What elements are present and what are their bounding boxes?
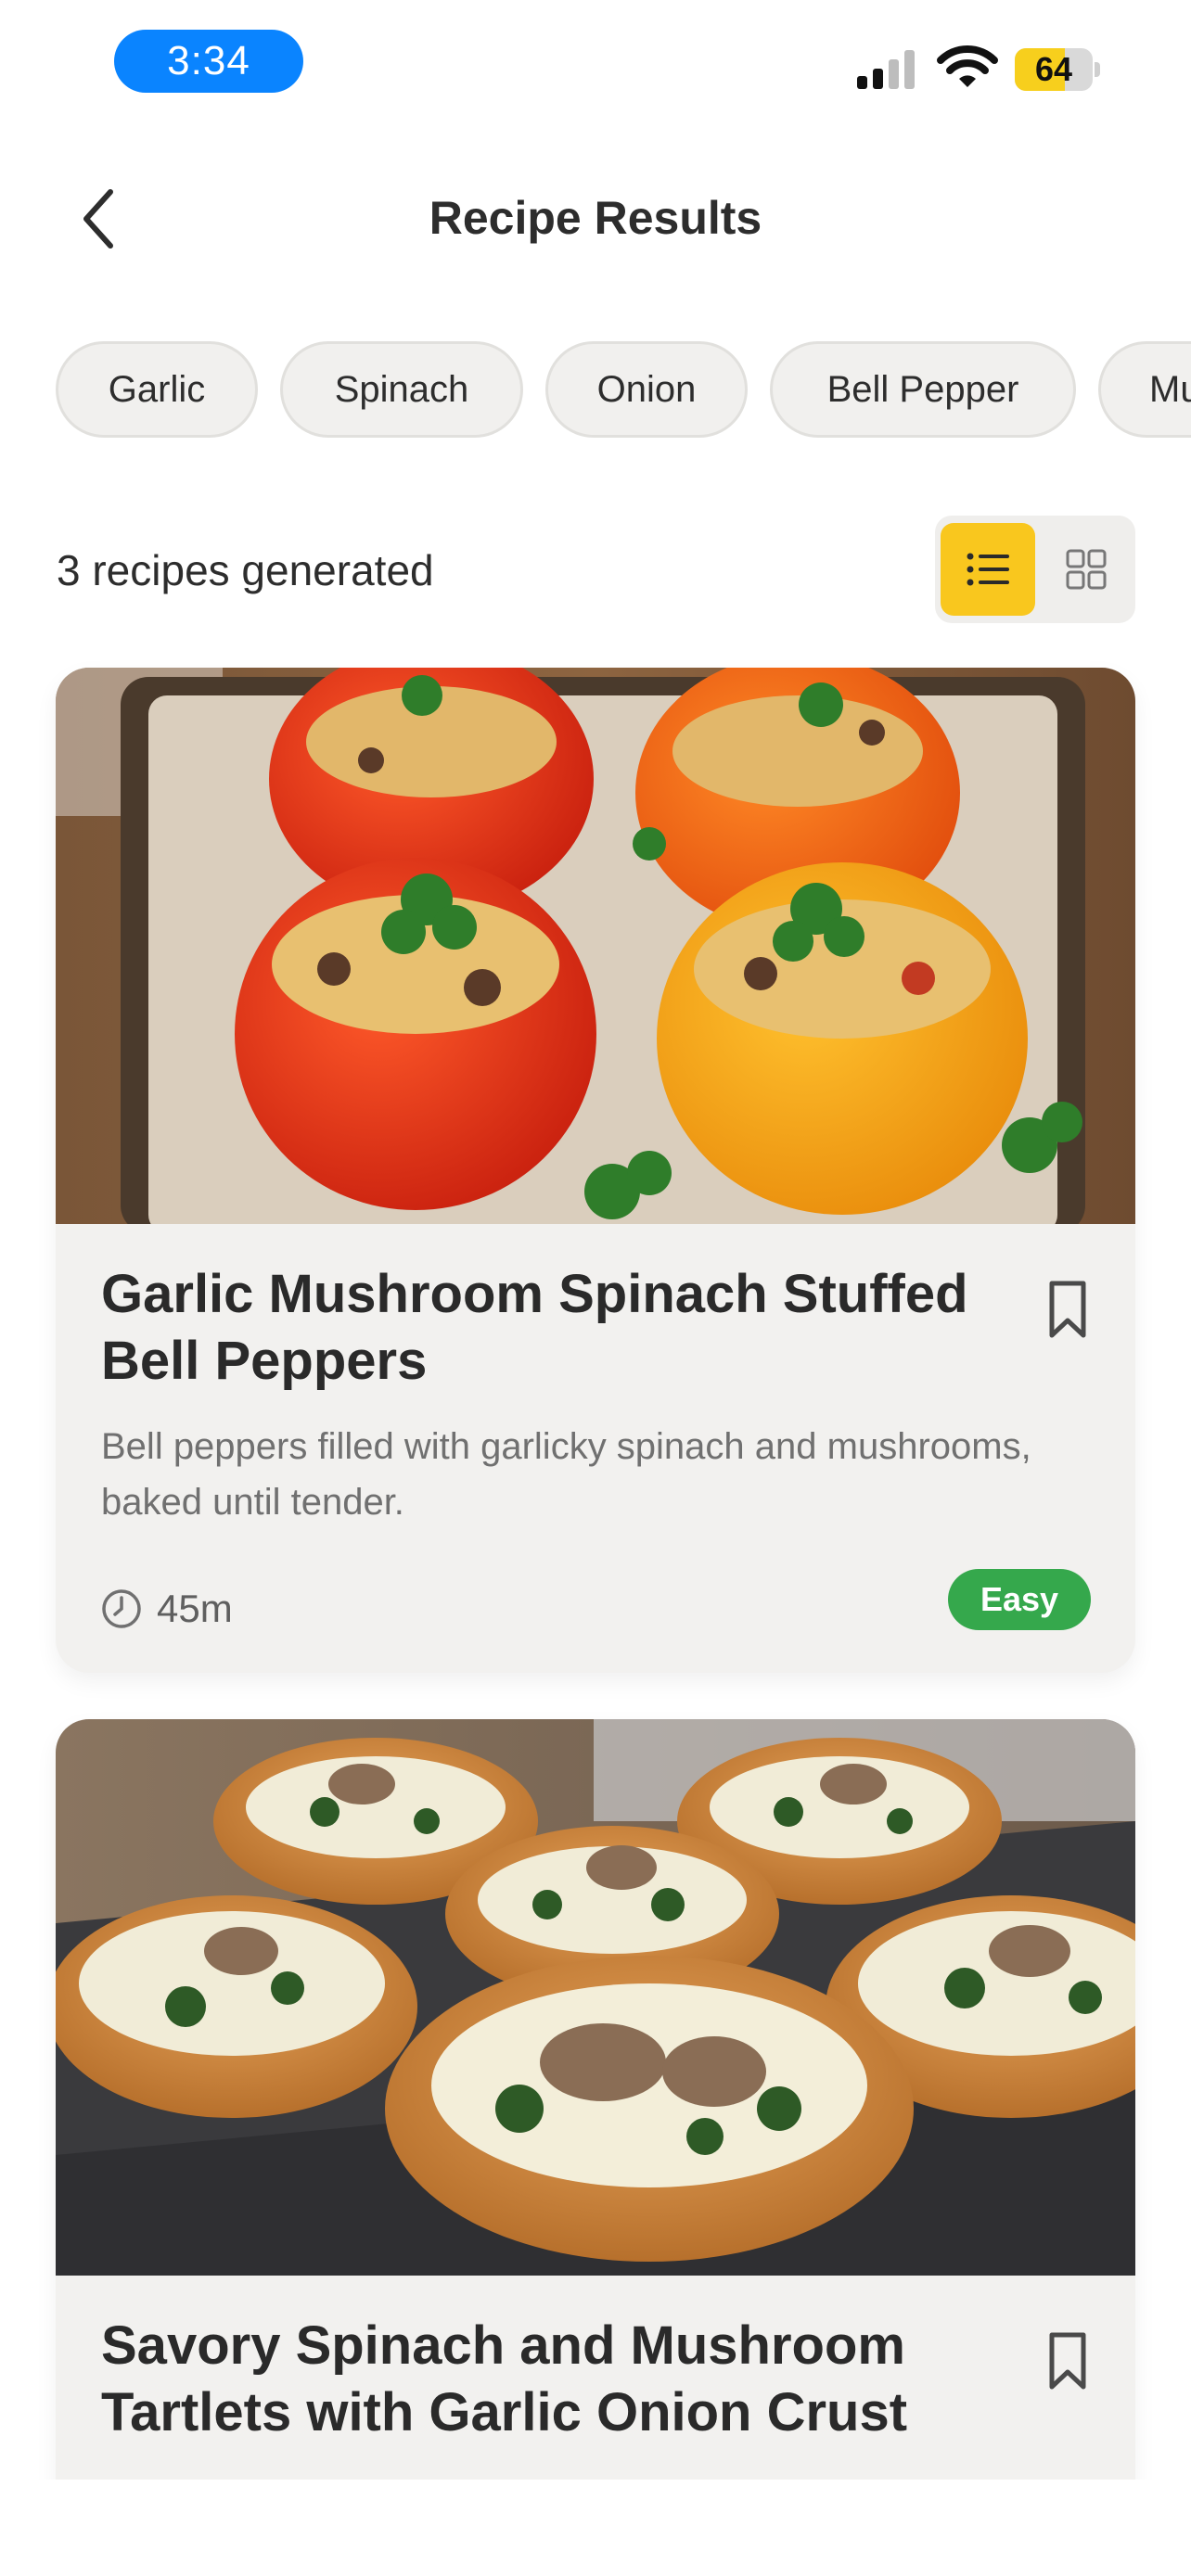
cook-time-label: 45m bbox=[157, 1587, 233, 1630]
chevron-left-icon bbox=[83, 189, 113, 249]
difficulty-badge: Easy bbox=[948, 1569, 1091, 1630]
recipe-description: Bell peppers filled with garlicky spinac… bbox=[101, 1426, 1031, 1523]
status-time: 3:34 bbox=[114, 30, 303, 93]
bookmark-button[interactable] bbox=[1043, 2327, 1093, 2394]
grid-view-button[interactable] bbox=[1043, 523, 1130, 616]
battery-level: 64 bbox=[1034, 50, 1073, 88]
bookmark-button[interactable] bbox=[1043, 1276, 1093, 1343]
recipe-image-tartlets bbox=[56, 1719, 1135, 2276]
ingredient-chip[interactable]: Mu bbox=[1098, 341, 1191, 438]
results-count: 3 recipes generated bbox=[57, 546, 434, 594]
cellular-signal-icon bbox=[857, 50, 915, 89]
recipe-card[interactable]: Savory Spinach and Mushroom Tartlets wit… bbox=[56, 1719, 1135, 2576]
recipe-image-stuffed-peppers bbox=[56, 668, 1135, 1224]
navigation-bar: Recipe Results bbox=[0, 167, 1191, 269]
ingredient-chip[interactable]: Spinach bbox=[280, 341, 523, 438]
recipe-title: Garlic Mushroom Spinach Stuffed Bell Pep… bbox=[101, 1264, 968, 1391]
bookmark-icon bbox=[1049, 1281, 1086, 1338]
recipe-results-screen: 3:34 64 Recipe Results Garlic Spinach On… bbox=[0, 0, 1191, 2576]
page-title: Recipe Results bbox=[429, 192, 762, 244]
grid-icon bbox=[1066, 549, 1107, 590]
list-view-button[interactable] bbox=[941, 523, 1035, 616]
battery-indicator: 64 bbox=[1015, 48, 1100, 91]
clock-icon bbox=[102, 1589, 141, 1628]
recipe-card[interactable]: Garlic Mushroom Spinach Stuffed Bell Pep… bbox=[56, 668, 1135, 1673]
ingredient-chip[interactable]: Garlic bbox=[56, 341, 258, 438]
status-bar: 3:34 64 bbox=[0, 0, 1191, 130]
wifi-icon bbox=[937, 45, 998, 87]
recipe-cook-time: 45m bbox=[101, 1576, 233, 1641]
ingredient-chip[interactable]: Onion bbox=[545, 341, 748, 438]
ingredient-chip[interactable]: Bell Pepper bbox=[770, 341, 1076, 438]
view-toggle bbox=[935, 516, 1135, 623]
list-icon bbox=[967, 553, 1009, 586]
bottom-safe-area bbox=[0, 2480, 1191, 2576]
back-button[interactable] bbox=[65, 184, 130, 254]
recipe-title: Savory Spinach and Mushroom Tartlets wit… bbox=[101, 2315, 908, 2442]
ingredient-chip-list: Garlic Spinach Onion Bell Pepper Mu bbox=[0, 341, 1191, 441]
bookmark-icon bbox=[1049, 2332, 1086, 2390]
